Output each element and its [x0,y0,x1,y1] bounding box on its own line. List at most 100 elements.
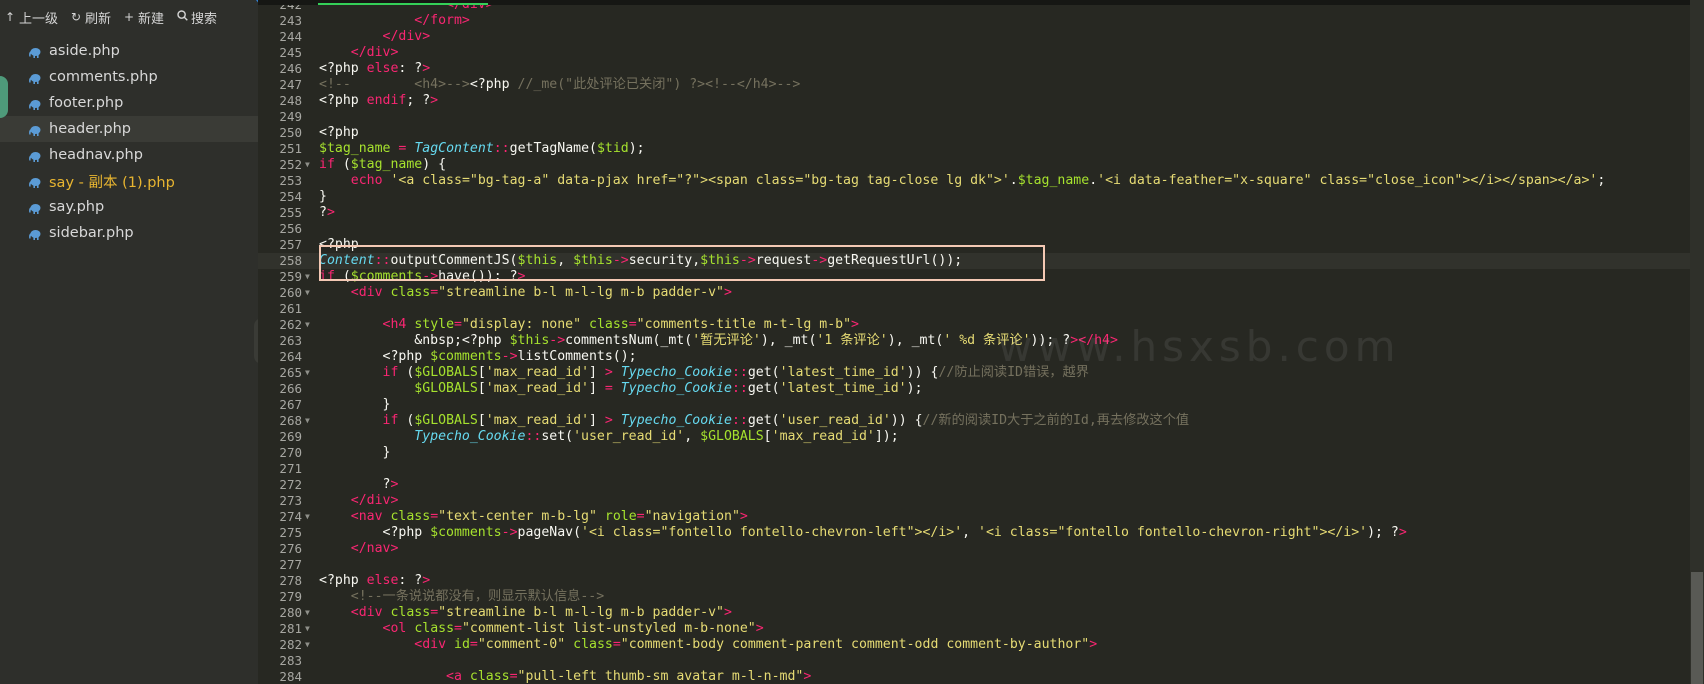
code-line[interactable]: 252 ▼ if ($tag_name) { [258,157,1704,173]
line-number: 258 [279,253,302,268]
code-text: echo '<a class="bg-tag-a" data-pjax href… [350,173,1606,188]
code-line[interactable]: 283 [258,653,1704,669]
code-text: $GLOBALS['max_read_id'] = Typecho_Cookie… [414,381,923,396]
code-line[interactable]: 253 echo '<a class="bg-tag-a" data-pjax … [258,173,1704,189]
line-number: 262 [279,317,302,332]
file-item[interactable]: comments.php [0,64,258,90]
file-item[interactable]: say.php [0,194,258,220]
code-line[interactable]: 272 ?> [258,477,1704,493]
elephant-php-icon [28,176,41,188]
file-item[interactable]: sidebar.php [0,220,258,246]
line-number: 271 [279,461,302,476]
fold-toggle-icon[interactable]: ▼ [305,605,310,621]
code-line[interactable]: 274 ▼ <nav class="text-center m-b-lg" rol… [258,509,1704,525]
up-level-button[interactable]: ↑ 上一级 [4,8,58,27]
fold-toggle-icon[interactable]: ▼ [305,285,310,301]
file-item[interactable]: say - 副本 (1).php [0,168,258,194]
line-number: 267 [279,397,302,412]
line-number: 280 [279,605,302,620]
fold-toggle-icon[interactable]: ▼ [305,509,310,525]
line-number: 279 [279,589,302,604]
new-button[interactable]: + 新建 [123,8,164,27]
line-number: 270 [279,445,302,460]
code-line[interactable]: 276 </nav> [258,541,1704,557]
code-line[interactable]: 282 ▼ <div id="comment-0" class="comment-… [258,637,1704,653]
code-line[interactable]: 251 $tag_name = TagContent::getTagName($t… [258,141,1704,157]
code-line[interactable]: 245 </div> [258,45,1704,61]
code-line[interactable]: 244 </div> [258,29,1704,45]
file-name: say.php [49,199,105,215]
file-item[interactable]: header.php [0,116,258,142]
code-line[interactable]: 248 <?php endif; ?> [258,93,1704,109]
line-number: 273 [279,493,302,508]
fold-toggle-icon[interactable]: ▼ [305,621,310,637]
fold-toggle-icon[interactable]: ▼ [305,317,310,333]
refresh-button[interactable]: ↻ 刷新 [70,8,111,27]
code-line[interactable]: 260 ▼ <div class="streamline b-l m-l-lg m… [258,285,1704,301]
elephant-php-icon [28,46,41,58]
code-line[interactable]: 249 [258,109,1704,125]
code-line[interactable]: 279 <!--一条说说都没有，则显示默认信息--> [258,589,1704,605]
elephant-php-icon [28,228,41,240]
line-number: 257 [279,237,302,252]
fold-toggle-icon[interactable]: ▼ [305,413,310,429]
fold-toggle-icon[interactable]: ▼ [305,365,310,381]
code-line[interactable]: 277 [258,557,1704,573]
plus-icon: + [124,10,135,24]
code-line[interactable]: 273 </div> [258,493,1704,509]
line-number: 263 [279,333,302,348]
code-line[interactable]: 278 <?php else: ?> [258,573,1704,589]
file-list: aside.php comments.php footer.php header.ph… [0,38,258,246]
fold-toggle-icon[interactable]: ▼ [305,269,310,285]
code-line[interactable]: 265 ▼ if ($GLOBALS['max_read_id'] > Typec… [258,365,1704,381]
line-number: 255 [279,205,302,220]
code-editor[interactable]: 242 </div> 243 </form> 244 </div> 245 </div… [258,0,1704,684]
code-line[interactable]: 264 <?php $comments->listComments(); [258,349,1704,365]
file-explorer-sidebar: ↑ 上一级 ↻ 刷新 + 新建 搜索 aside.php comments.php… [0,0,258,684]
code-text: <?php else: ?> [319,61,431,76]
code-line[interactable]: 266 $GLOBALS['max_read_id'] = Typecho_Co… [258,381,1704,397]
code-line[interactable]: 281 ▼ <ol class="comment-list list-unstyl… [258,621,1704,637]
code-text: <div class="streamline b-l m-l-lg m-b pa… [350,285,732,300]
code-line[interactable]: 255 ?> [258,205,1704,221]
code-text: <div class="streamline b-l m-l-lg m-b pa… [350,605,732,620]
code-line[interactable]: 256 [258,221,1704,237]
file-name: comments.php [49,69,158,85]
code-text: <h4 style="display: none" class="comment… [382,317,859,332]
code-line[interactable]: 261 [258,301,1704,317]
line-number: 247 [279,77,302,92]
vertical-scrollbar[interactable] [1690,0,1704,684]
line-number: 253 [279,173,302,188]
code-text: $tag_name = TagContent::getTagName($tid)… [319,141,645,156]
code-line[interactable]: 275 <?php $comments->pageNav('<i class="… [258,525,1704,541]
code-line[interactable]: 280 ▼ <div class="streamline b-l m-l-lg m… [258,605,1704,621]
code-line[interactable]: 269 Typecho_Cookie::set('user_read_id', … [258,429,1704,445]
code-line[interactable]: 267 } [258,397,1704,413]
code-line[interactable]: 262 ▼ <h4 style="display: none" class="co… [258,317,1704,333]
code-text: <nav class="text-center m-b-lg" role="na… [350,509,748,524]
search-button[interactable]: 搜索 [176,8,217,27]
file-name: sidebar.php [49,225,134,241]
file-item[interactable]: aside.php [0,38,258,64]
line-number: 243 [279,13,302,28]
code-line[interactable]: 284 <a class="pull-left thumb-sm avatar … [258,669,1704,684]
code-text: <ol class="comment-list list-unstyled m-… [382,621,764,636]
code-line[interactable]: 243 </form> [258,13,1704,29]
line-number: 252 [279,157,302,172]
code-line[interactable]: 254} [258,189,1704,205]
fold-toggle-icon[interactable]: ▼ [305,637,310,653]
file-item[interactable]: headnav.php [0,142,258,168]
file-item[interactable]: footer.php [0,90,258,116]
fold-toggle-icon[interactable]: ▼ [305,157,310,173]
code-line[interactable]: 263 &nbsp;<?php $this->commentsNum(_mt('… [258,333,1704,349]
code-line[interactable]: 268 ▼ if ($GLOBALS['max_read_id'] > Typec… [258,413,1704,429]
code-text: <!-- <h4>--><?php //_me("此处评论已关闭") ?><!-… [319,77,801,92]
code-line[interactable]: 250 <?php [258,125,1704,141]
code-line[interactable]: 247 <!-- <h4>--><?php //_me("此处评论已关闭") ?>… [258,77,1704,93]
scrollbar-thumb[interactable] [1691,572,1703,684]
code-line[interactable]: 271 [258,461,1704,477]
code-line[interactable]: 246 <?php else: ?> [258,61,1704,77]
code-line[interactable]: 270 } [258,445,1704,461]
side-panel-tab[interactable] [0,76,8,118]
line-number: 244 [279,29,302,44]
